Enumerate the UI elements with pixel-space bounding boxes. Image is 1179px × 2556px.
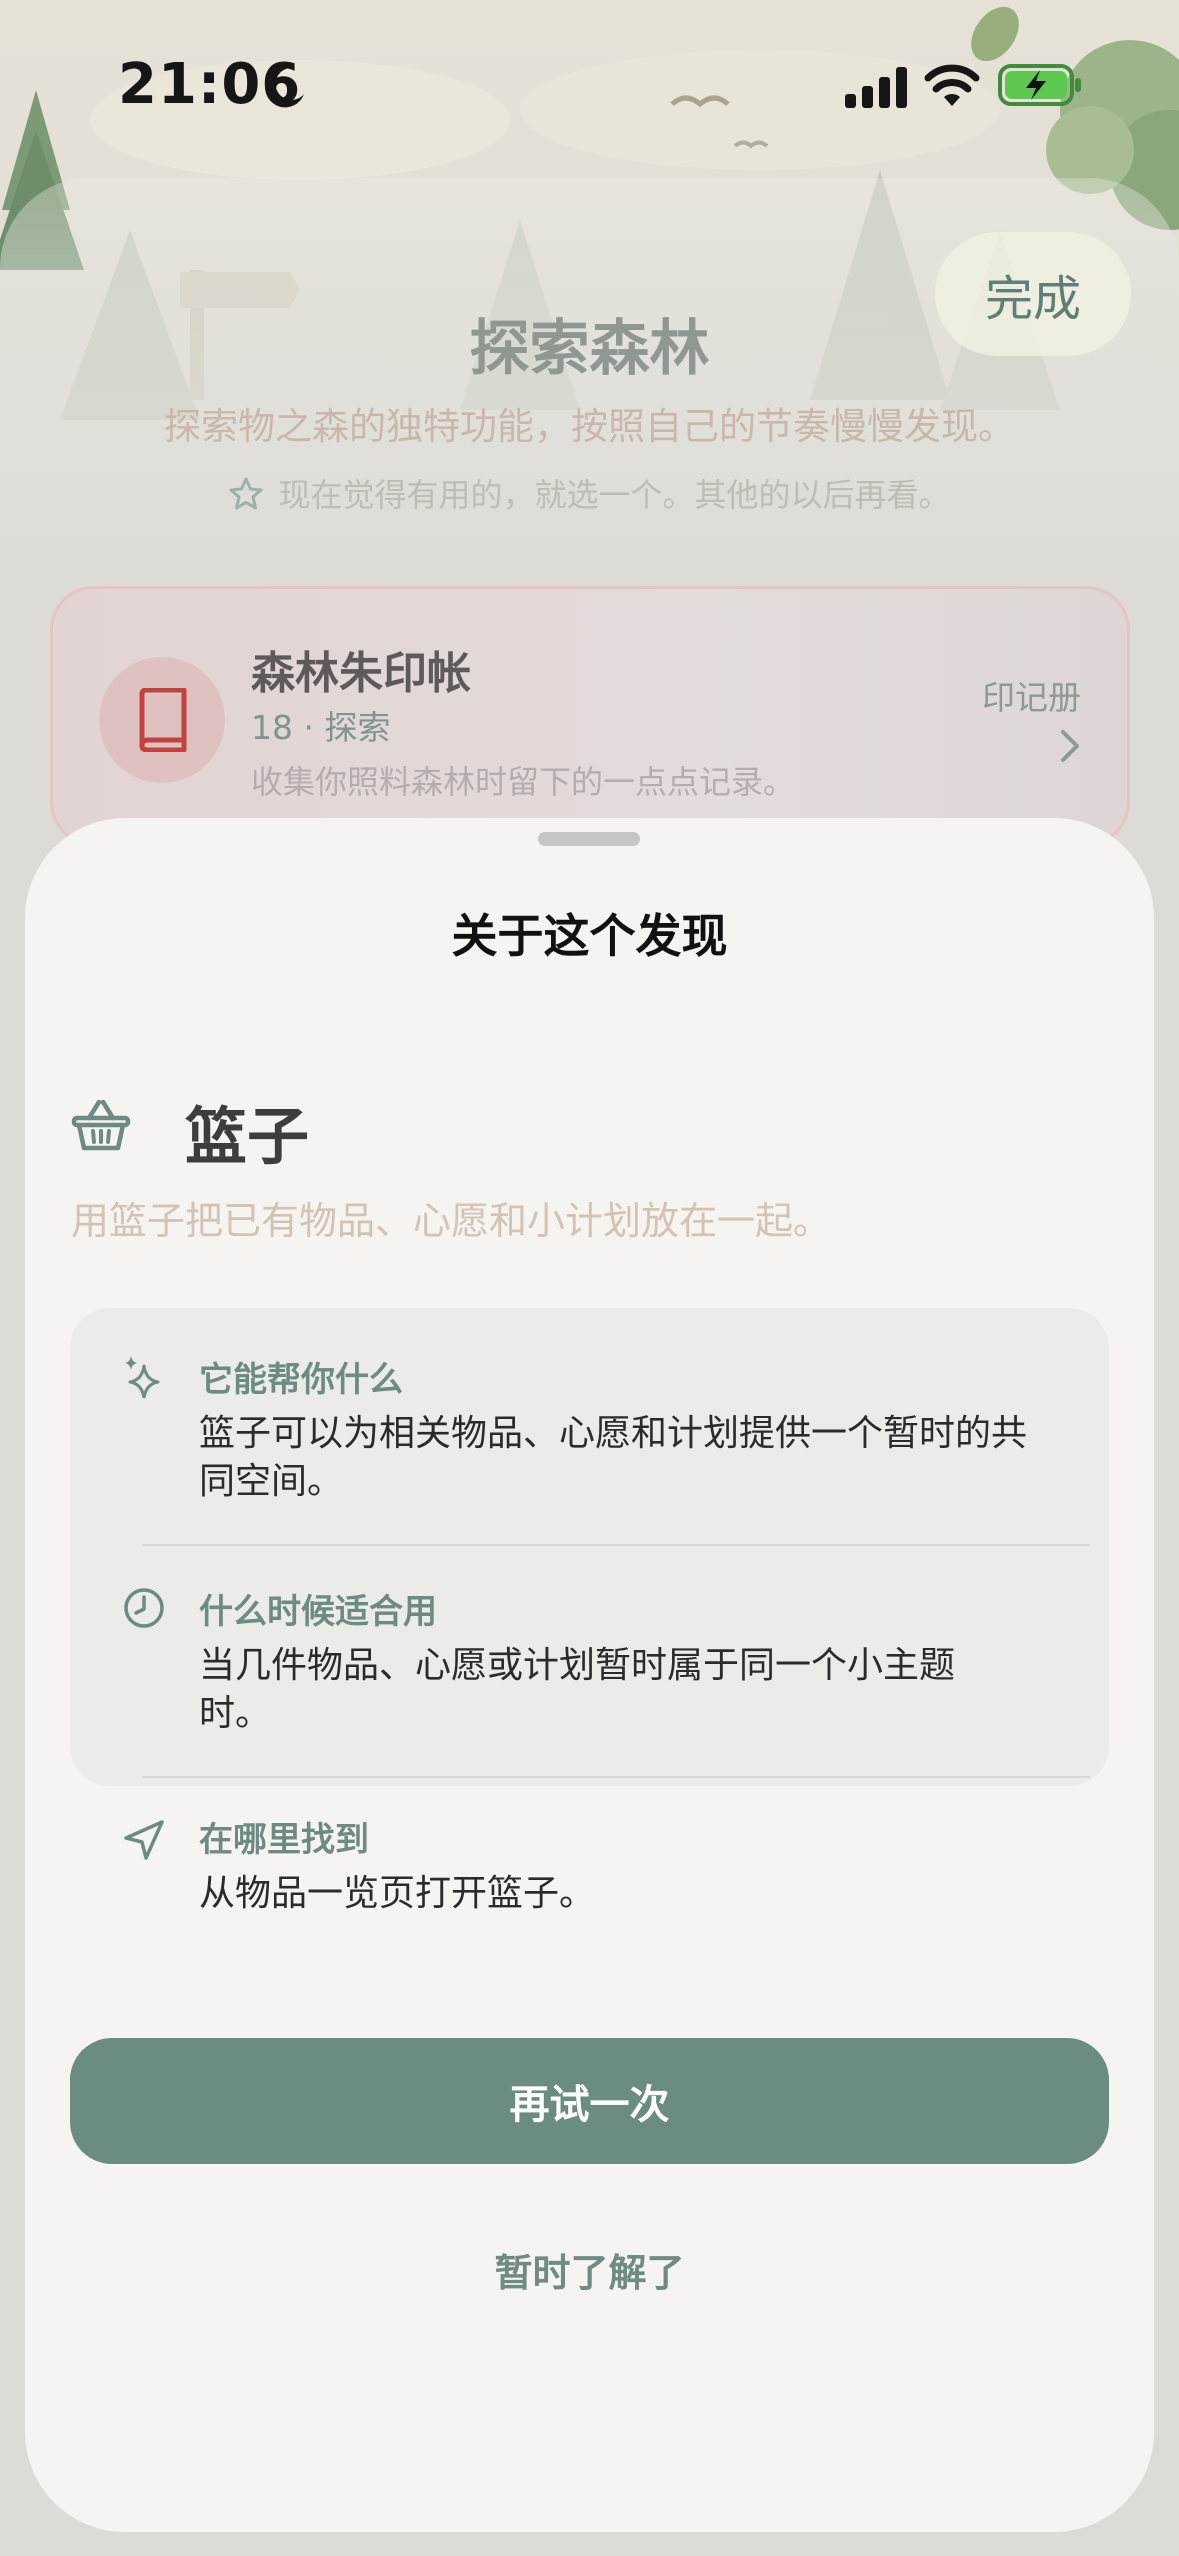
clock-icon <box>124 1588 164 1628</box>
moon-icon <box>265 67 304 108</box>
feature-summary: 用篮子把已有物品、心愿和小计划放在一起。 <box>71 1199 832 1243</box>
info-text: 篮子可以为相关物品、心愿和计划提供一个暂时的共同空间。 <box>199 1413 1028 1502</box>
book-icon <box>139 688 187 752</box>
feature-name: 篮子 <box>185 1100 310 1173</box>
info-text: 当几件物品、心愿或计划暂时属于同一个小主题时。 <box>199 1645 956 1734</box>
info-label: 什么时候适合用 <box>199 1592 437 1632</box>
navigation-arrow-icon <box>124 1820 164 1860</box>
page-hint: 现在觉得有用的，就选一个。其他的以后再看。 <box>0 470 1179 516</box>
card-action-label: 印记册 <box>982 678 1081 717</box>
discovery-detail-sheet: 关于这个发现 篮子 用篮子把已有物品、心愿和小计划放在一起。 它能帮你什么 篮子… <box>25 818 1154 2532</box>
info-label: 它能帮你什么 <box>199 1360 403 1400</box>
stamp-book-card[interactable]: 森林朱印帐 18 · 探索 收集你照料森林时留下的一点点记录。 印记册 <box>50 586 1130 846</box>
chevron-right-icon <box>1061 730 1079 762</box>
wifi-icon <box>924 64 980 106</box>
card-title: 森林朱印帐 <box>251 648 471 699</box>
status-bar: 21:06 <box>0 0 1179 170</box>
card-description: 收集你照料森林时留下的一点点记录。 <box>251 763 796 801</box>
cellular-signal-icon <box>845 67 907 108</box>
page-hint-text: 现在觉得有用的，就选一个。其他的以后再看。 <box>278 476 951 514</box>
info-section-when: 什么时候适合用 当几件物品、心愿或计划暂时属于同一个小主题时。 <box>70 1546 1109 1776</box>
info-text: 从物品一览页打开篮子。 <box>199 1873 596 1914</box>
screen: 21:06 完成 探索森林 探索物之森的独特功能，按照自己的节奏慢慢发现。 现在… <box>0 0 1179 2556</box>
feature-info-box: 它能帮你什么 篮子可以为相关物品、心愿和计划提供一个暂时的共同空间。 什么时候适… <box>70 1308 1109 1914</box>
basket-icon <box>71 1099 131 1151</box>
card-meta: 18 · 探索 <box>251 708 391 747</box>
card-icon-circle <box>99 657 225 783</box>
info-section-what: 它能帮你什么 篮子可以为相关物品、心愿和计划提供一个暂时的共同空间。 <box>70 1308 1109 1544</box>
battery-charging-icon <box>998 64 1081 106</box>
page-title: 探索森林 <box>469 314 710 384</box>
sheet-title: 关于这个发现 <box>451 909 728 963</box>
sheet-grabber[interactable] <box>538 832 640 846</box>
retry-button[interactable]: 再试一次 <box>70 2038 1109 2164</box>
info-section-where: 在哪里找到 从物品一览页打开篮子。 <box>70 1778 1109 1914</box>
sparkles-icon <box>125 1356 160 1398</box>
page-subtitle: 探索物之森的独特功能，按照自己的节奏慢慢发现。 <box>164 405 1015 448</box>
info-label: 在哪里找到 <box>199 1820 369 1860</box>
understood-for-now-link[interactable]: 暂时了解了 <box>25 2242 1154 2297</box>
star-icon <box>229 477 263 510</box>
